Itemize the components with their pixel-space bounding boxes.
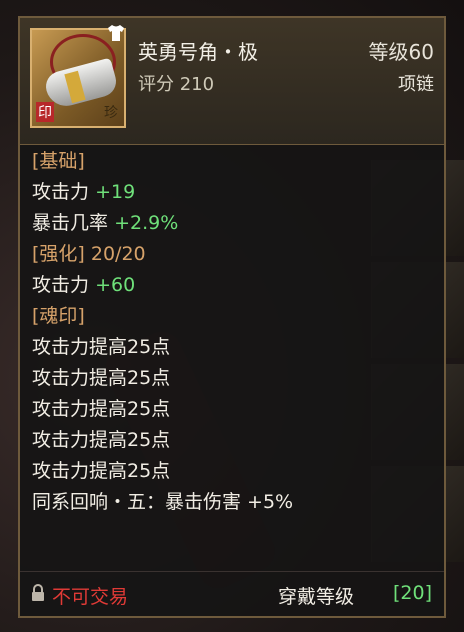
stat-label: 攻击力 — [32, 181, 90, 203]
lock-icon — [32, 584, 44, 601]
stat-label: 暴击几率 — [32, 212, 109, 234]
section-header: [魂印] — [32, 305, 85, 327]
wear-level-value: [20] — [392, 582, 432, 604]
shirt-icon — [106, 24, 126, 42]
effect-line: 攻击力提高25点 — [32, 460, 171, 482]
effect-line: 同系回响・五：暴击伤害 +5% — [32, 491, 294, 513]
tooltip-footer: 不可交易 穿戴等级 [20] — [20, 571, 444, 616]
item-score: 评分 210 — [138, 74, 215, 95]
stat-line: 攻击力 +60 — [32, 270, 436, 301]
stat-line: 攻击力 +19 — [32, 177, 436, 208]
effect-line: 攻击力提高25点 — [32, 429, 171, 451]
stat-list: [基础] 攻击力 +19 暴击几率 +2.9% [强化] 20/20 攻击力 +60 [魂… — [32, 146, 436, 518]
item-tooltip: 印 珍 英勇号角・极 等级60 评分 210 项链 [基础] 攻击力 +19 暴击几… — [18, 16, 446, 618]
wear-level-label: 穿戴等级 — [277, 586, 354, 608]
stat-line: 暴击几率 +2.9% — [32, 208, 436, 239]
seal-badge: 印 — [36, 102, 54, 122]
effect-line: 攻击力提高25点 — [32, 367, 171, 389]
stat-value: +2.9% — [114, 212, 179, 234]
rare-badge: 珍 — [104, 105, 118, 121]
section-header: [基础] — [32, 150, 85, 172]
tooltip-header: 印 珍 英勇号角・极 等级60 评分 210 项链 — [20, 18, 444, 145]
untradable-label: 不可交易 — [52, 586, 129, 608]
stat-value: +19 — [95, 181, 136, 203]
section-header: [强化] 20/20 — [32, 243, 146, 265]
effect-line: 攻击力提高25点 — [32, 398, 171, 420]
item-name: 英勇号角・极 — [138, 40, 258, 64]
effect-line: 攻击力提高25点 — [32, 336, 171, 358]
stat-label: 攻击力 — [32, 274, 90, 296]
stat-value: +60 — [95, 274, 136, 296]
item-slot: 项链 — [398, 74, 434, 95]
item-level: 等级60 — [368, 40, 434, 64]
horn-necklace-icon: 印 珍 — [30, 28, 126, 128]
